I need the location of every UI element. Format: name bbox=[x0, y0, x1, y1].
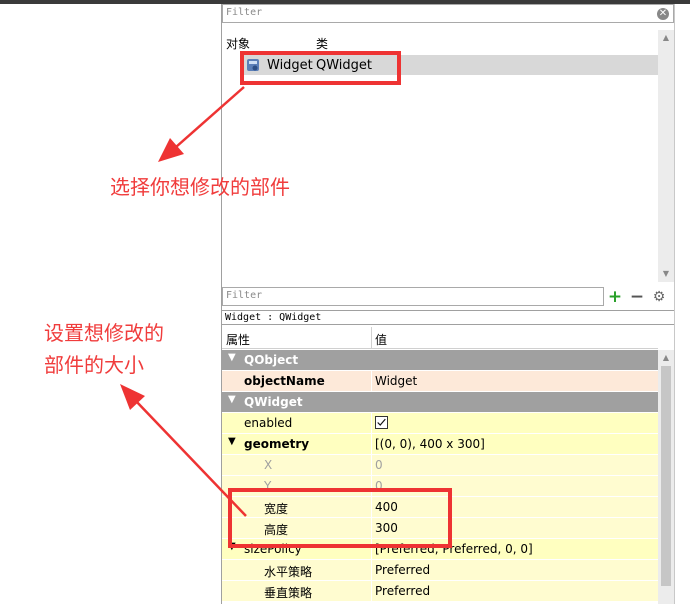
annotation-highlight-widget bbox=[240, 51, 401, 85]
group-label: QObject bbox=[244, 353, 299, 367]
property-scrollbar[interactable]: ▲ bbox=[658, 350, 674, 604]
property-key: 水平策略 bbox=[264, 565, 313, 579]
group-row-qobject[interactable]: ▼ QObject bbox=[222, 350, 658, 371]
property-value[interactable]: Widget bbox=[375, 374, 417, 388]
remove-property-icon[interactable]: − bbox=[628, 288, 646, 306]
annotation-set-size-line2: 部件的大小 bbox=[44, 353, 144, 377]
scroll-down-icon[interactable]: ▼ bbox=[658, 268, 674, 280]
property-toolbar: Filter + − ⚙ bbox=[222, 287, 674, 307]
property-row-objectname[interactable]: objectName Widget bbox=[222, 371, 658, 392]
property-key: enabled bbox=[244, 416, 293, 430]
property-row-horizontal-policy[interactable]: 水平策略 Preferred bbox=[222, 560, 658, 581]
row-separator bbox=[371, 371, 372, 392]
row-separator bbox=[371, 581, 372, 602]
enabled-checkbox[interactable] bbox=[375, 416, 388, 429]
add-property-icon[interactable]: + bbox=[606, 288, 624, 306]
group-label: QWidget bbox=[244, 395, 303, 409]
annotation-select-widget: 选择你想修改的部件 bbox=[110, 175, 290, 199]
property-editor-title: Widget : QWidget bbox=[222, 310, 674, 325]
object-filter-input[interactable]: Filter ✕ bbox=[222, 4, 674, 23]
property-filter-placeholder: Filter bbox=[226, 290, 263, 301]
clear-filter-icon[interactable]: ✕ bbox=[657, 8, 669, 20]
configure-wrench-icon[interactable]: ⚙ bbox=[650, 288, 668, 306]
column-header-property[interactable]: 属性 bbox=[226, 331, 250, 348]
property-key: 垂直策略 bbox=[264, 586, 313, 600]
property-value[interactable]: Preferred bbox=[375, 584, 430, 598]
row-separator bbox=[371, 434, 372, 455]
row-separator bbox=[371, 413, 372, 434]
property-row-x[interactable]: X 0 bbox=[222, 455, 658, 476]
property-key: objectName bbox=[244, 374, 325, 388]
annotation-highlight-size bbox=[228, 488, 452, 548]
column-header-value[interactable]: 值 bbox=[375, 331, 387, 348]
property-row-enabled[interactable]: enabled bbox=[222, 413, 658, 434]
object-tree-scrollbar[interactable]: ▲ ▼ bbox=[658, 30, 674, 282]
column-header-class[interactable]: 类 bbox=[316, 35, 328, 52]
collapse-chevron-icon[interactable]: ▼ bbox=[228, 436, 236, 447]
property-rows: ▼ QObject objectName Widget ▼ QWidget en… bbox=[222, 350, 658, 602]
scroll-up-icon[interactable]: ▲ bbox=[658, 32, 674, 44]
object-filter-placeholder: Filter bbox=[226, 7, 263, 18]
property-key: X bbox=[264, 458, 273, 472]
property-header: 属性 值 bbox=[222, 327, 658, 349]
property-filter-input[interactable]: Filter bbox=[222, 287, 604, 306]
row-separator bbox=[371, 455, 372, 476]
property-row-geometry[interactable]: ▼ geometry [(0, 0), 400 x 300] bbox=[222, 434, 658, 455]
property-row-vertical-policy[interactable]: 垂直策略 Preferred bbox=[222, 581, 658, 602]
row-separator bbox=[371, 560, 372, 581]
property-value[interactable]: Preferred bbox=[375, 563, 430, 577]
property-value[interactable]: [(0, 0), 400 x 300] bbox=[375, 437, 485, 451]
property-key: geometry bbox=[244, 437, 310, 451]
column-divider[interactable] bbox=[371, 327, 372, 349]
column-header-object[interactable]: 对象 bbox=[226, 35, 250, 52]
checkmark-icon bbox=[377, 418, 386, 426]
scroll-up-icon[interactable]: ▲ bbox=[658, 352, 674, 364]
panel-right-edge bbox=[674, 4, 675, 604]
collapse-chevron-icon[interactable]: ▼ bbox=[228, 352, 236, 363]
property-value[interactable]: 0 bbox=[375, 458, 383, 472]
annotation-set-size-line1: 设置想修改的 bbox=[44, 321, 164, 345]
collapse-chevron-icon[interactable]: ▼ bbox=[228, 394, 236, 405]
group-row-qwidget[interactable]: ▼ QWidget bbox=[222, 392, 658, 413]
scrollbar-thumb[interactable] bbox=[661, 366, 671, 586]
